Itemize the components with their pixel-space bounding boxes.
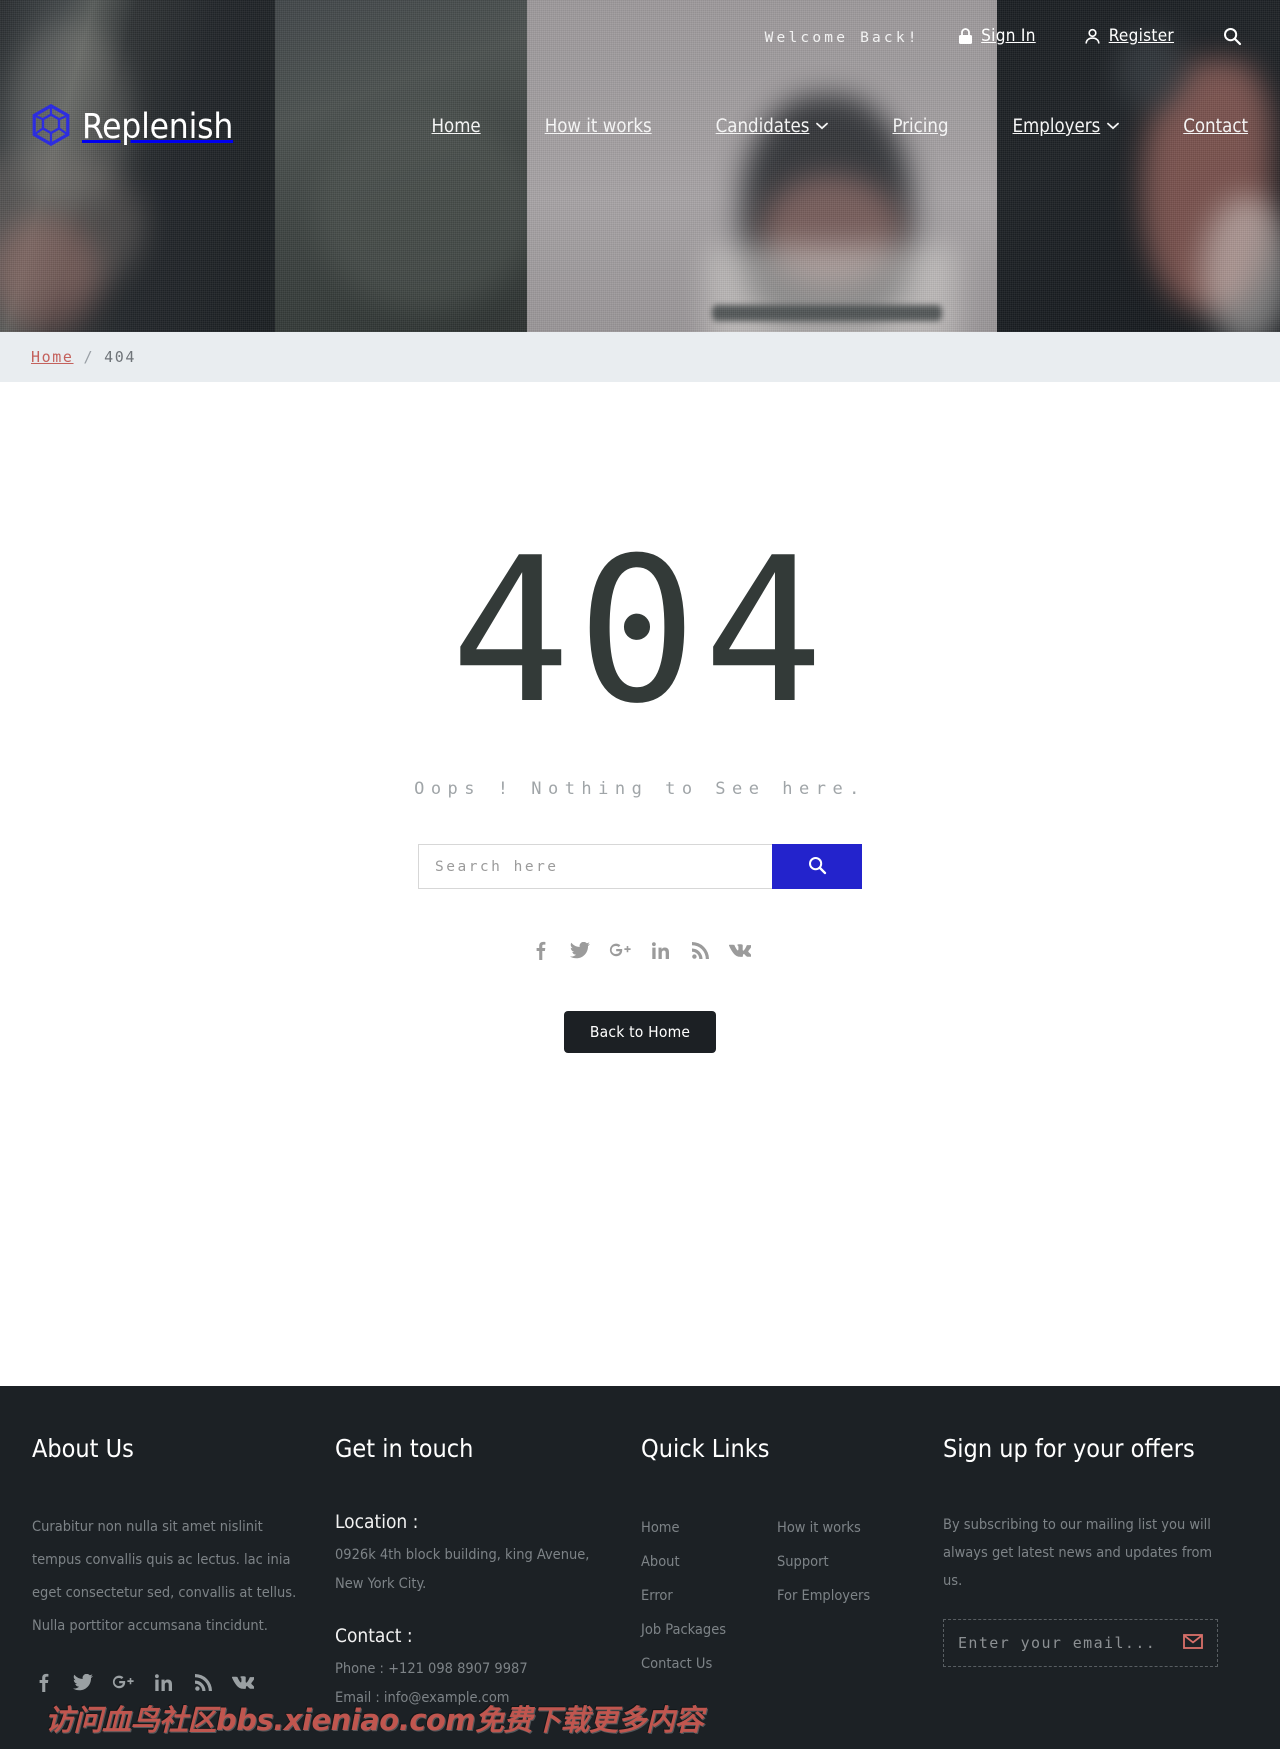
footer-quicklinks-title: Quick Links [641,1434,770,1463]
watermark-text: 访问血鸟社区bbs.xieniao.com免费下载更多内容 [45,1703,704,1737]
footer-newsletter-column: Sign up for your offers By subscribing t… [943,1434,1248,1713]
header-search-button[interactable] [1222,26,1242,46]
nav-item-home[interactable]: Home [432,116,481,137]
footer-about-title: About Us [32,1434,134,1463]
newsletter-description: By subscribing to our mailing list you w… [943,1517,1213,1589]
breadcrumb-home-link[interactable]: Home [31,348,74,366]
address-line-1: 0926k 4th block building, king Avenue, [335,1547,590,1563]
main-navigation: Home How it works Candidates Pricing Emp… [432,116,1248,137]
footer-contact-title: Get in touch [335,1434,474,1463]
error-message: Oops ! Nothing to See here. [414,779,866,799]
search-submit-button[interactable] [772,844,862,889]
quicklink-for-employers[interactable]: For Employers [777,1579,913,1613]
envelope-icon [1183,1634,1203,1652]
vk-icon[interactable] [729,939,751,961]
footer-about-text: Curabitur non nulla sit amet nislinit te… [32,1519,297,1634]
sign-in-label: Sign In [981,26,1036,46]
user-icon [1084,28,1101,45]
register-label: Register [1108,26,1174,46]
twitter-icon[interactable] [72,1671,94,1693]
facebook-icon[interactable] [32,1671,54,1693]
linkedin-icon[interactable] [152,1671,174,1693]
nav-label: Pricing [892,116,949,137]
vk-icon[interactable] [232,1671,254,1693]
linkedin-icon[interactable] [649,939,671,961]
rss-icon[interactable] [192,1671,214,1693]
breadcrumb-separator: / [83,348,95,366]
nav-item-employers[interactable]: Employers [1013,116,1120,137]
chevron-down-icon [1107,120,1120,133]
google-plus-icon[interactable] [112,1671,134,1693]
search-icon [1222,26,1242,46]
footer-quicklinks-column: Quick Links Home About Error Job Package… [641,1434,943,1713]
error-page-content: 404 Oops ! Nothing to See here. Search h… [0,382,1280,1386]
twitter-icon[interactable] [569,939,591,961]
quicklink-job-packages[interactable]: Job Packages [641,1613,777,1647]
nav-item-contact[interactable]: Contact [1183,116,1248,137]
footer-social-links [32,1671,335,1693]
nav-label: Candidates [715,116,810,137]
quicklink-home[interactable]: Home [641,1511,777,1545]
breadcrumb-current: 404 [104,348,137,366]
site-logo[interactable]: Replenish [32,103,234,150]
breadcrumb: Home / 404 [0,332,1280,382]
location-label: Location : [335,1511,419,1533]
back-to-home-button[interactable]: Back to Home [563,1011,717,1053]
contact-phone: Phone : +121 098 8907 9987 [335,1661,528,1677]
google-plus-icon[interactable] [609,939,631,961]
contact-label: Contact : [335,1625,413,1647]
search-input[interactable] [418,844,772,889]
search-form [418,844,862,889]
nav-label: How it works [544,116,652,137]
footer-contact-column: Get in touch Location : 0926k 4th block … [335,1434,641,1713]
newsletter-submit-button[interactable] [1183,1634,1203,1652]
register-link[interactable]: Register [1084,26,1174,46]
footer-about-column: About Us Curabitur non nulla sit amet ni… [32,1434,335,1713]
nav-label: Home [431,116,481,137]
utility-bar: Welcome Back! Sign In Register [0,26,1280,51]
quicklink-about[interactable]: About [641,1545,777,1579]
newsletter-email-input[interactable] [958,1634,1183,1652]
facebook-icon[interactable] [529,939,551,961]
nav-item-candidates[interactable]: Candidates [716,116,829,137]
address-line-2: New York City. [335,1576,427,1592]
quicklink-contact-us[interactable]: Contact Us [641,1647,777,1681]
chevron-down-icon [816,120,829,133]
quicklinks-column-2: How it works Support For Employers [777,1511,913,1681]
quicklink-how-it-works[interactable]: How it works [777,1511,913,1545]
error-code: 404 [450,515,830,748]
site-header: Welcome Back! Sign In Register Replenish… [0,0,1280,332]
lock-icon [958,27,973,45]
hexagon-cube-logo-icon [32,103,70,150]
sign-in-link[interactable]: Sign In [958,26,1036,46]
nav-item-pricing[interactable]: Pricing [892,116,948,137]
welcome-message: Welcome Back! [764,30,920,46]
footer-newsletter-title: Sign up for your offers [943,1434,1195,1463]
quicklinks-column-1: Home About Error Job Packages Contact Us [641,1511,777,1681]
nav-item-how-it-works[interactable]: How it works [545,116,652,137]
rss-icon[interactable] [689,939,711,961]
quicklink-error[interactable]: Error [641,1579,777,1613]
site-footer: About Us Curabitur non nulla sit amet ni… [0,1386,1280,1749]
search-icon [807,855,827,878]
quicklink-support[interactable]: Support [777,1545,913,1579]
nav-label: Employers [1012,116,1101,137]
newsletter-form [943,1619,1218,1667]
social-links [529,939,751,961]
nav-label: Contact [1183,116,1248,137]
logo-text: Replenish [82,107,234,147]
